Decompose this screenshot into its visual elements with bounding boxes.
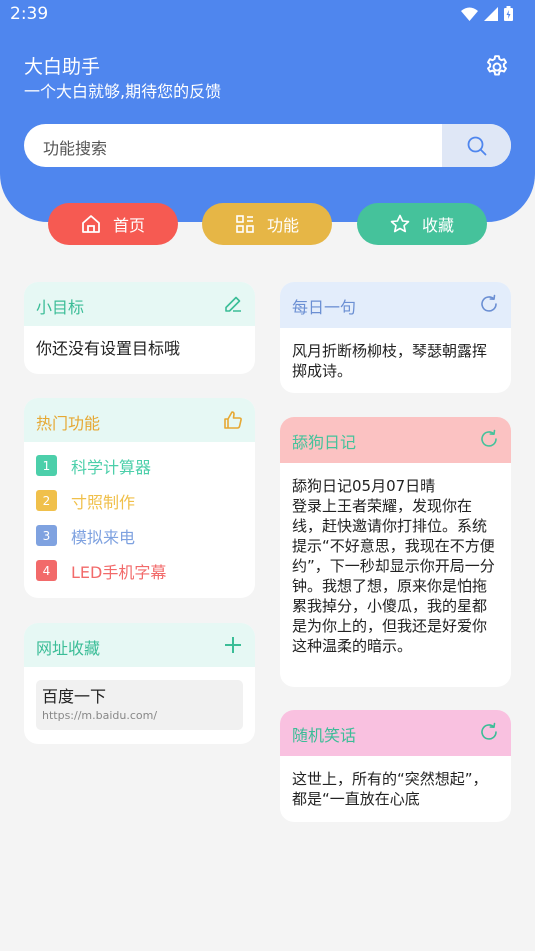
bookmark-item[interactable]: 百度一下 https://m.baidu.com/ — [36, 680, 243, 730]
joke-text: 这世上，所有的“突然想起”，都是“一直放在心底 — [292, 770, 488, 808]
joke-title: 随机笑话 — [292, 726, 357, 745]
hot-function-rank: 2 — [36, 490, 57, 511]
diary-text: 舔狗日记05月07日晴 登录上王者荣耀，发现你在线，赶快邀请你打排位。系统提示“… — [292, 477, 495, 655]
edit-icon[interactable] — [223, 294, 243, 314]
hot-function-label: 科学计算器 — [71, 457, 152, 477]
goal-title: 小目标 — [36, 298, 85, 317]
app-title: 大白助手 — [24, 56, 101, 78]
refresh-icon[interactable] — [479, 294, 499, 314]
settings-gear-icon[interactable] — [484, 54, 510, 80]
hot-function-rank: 4 — [36, 560, 57, 581]
hot-function-label: LED手机字幕 — [71, 562, 167, 582]
goal-card: 小目标 你还没有设置目标哦 — [24, 282, 255, 374]
tab-favorites-label: 收藏 — [421, 216, 454, 235]
thumbs-up-icon — [224, 411, 242, 429]
hot-function-rank: 1 — [36, 455, 57, 476]
diary-card: 舔狗日记 舔狗日记05月07日晴 登录上王者荣耀，发现你在线，赶快邀请你打排位。… — [280, 417, 511, 687]
daily-quote-card: 每日一句 风月折断杨柳枝，琴瑟朝露挥掷成诗。 — [280, 282, 511, 393]
goal-text: 你还没有设置目标哦 — [36, 339, 181, 358]
hot-function-label: 寸照制作 — [71, 492, 136, 512]
hot-functions-card: 热门功能 1 科学计算器 2 寸照制作 3 模拟来电 4 LED手机字幕 — [24, 398, 255, 598]
search-bar[interactable]: 功能搜索 — [24, 124, 511, 167]
status-time: 2:39 — [10, 4, 49, 24]
status-bar: 2:39 — [0, 0, 535, 30]
hot-function-item[interactable]: 3 模拟来电 — [36, 518, 243, 553]
refresh-icon[interactable] — [479, 722, 499, 742]
bookmark-name: 百度一下 — [42, 687, 107, 706]
header-background — [0, 0, 535, 222]
bookmarks-title: 网址收藏 — [36, 639, 101, 658]
diary-title: 舔狗日记 — [292, 433, 357, 452]
hot-function-item[interactable]: 2 寸照制作 — [36, 483, 243, 518]
hot-functions-title: 热门功能 — [36, 414, 101, 433]
hot-function-rank: 3 — [36, 525, 57, 546]
wifi-icon — [461, 7, 478, 21]
search-input[interactable]: 功能搜索 — [43, 135, 107, 159]
hot-function-item[interactable]: 1 科学计算器 — [36, 448, 243, 483]
tab-favorites[interactable]: 收藏 — [357, 203, 487, 245]
star-icon — [390, 214, 410, 233]
app-subtitle: 一个大白就够,期待您的反馈 — [24, 82, 222, 101]
search-icon — [467, 136, 486, 155]
grid-icon — [236, 215, 254, 233]
tab-home-label: 首页 — [112, 216, 145, 235]
daily-quote-text: 风月折断杨柳枝，琴瑟朝露挥掷成诗。 — [292, 342, 488, 380]
home-icon — [82, 215, 100, 233]
joke-card: 随机笑话 这世上，所有的“突然想起”，都是“一直放在心底 — [280, 710, 511, 822]
refresh-icon[interactable] — [479, 429, 499, 449]
tab-functions-label: 功能 — [266, 216, 299, 235]
hot-function-item[interactable]: 4 LED手机字幕 — [36, 553, 243, 588]
bookmarks-card: 网址收藏 百度一下 https://m.baidu.com/ — [24, 623, 255, 744]
signal-icon — [484, 6, 498, 21]
bookmark-url: https://m.baidu.com/ — [42, 709, 158, 722]
search-button[interactable] — [442, 124, 511, 167]
tab-functions[interactable]: 功能 — [202, 203, 332, 245]
daily-quote-title: 每日一句 — [292, 298, 357, 317]
tab-home[interactable]: 首页 — [48, 203, 178, 245]
hot-function-label: 模拟来电 — [71, 527, 136, 547]
add-icon[interactable] — [223, 635, 243, 655]
battery-icon — [504, 6, 513, 21]
